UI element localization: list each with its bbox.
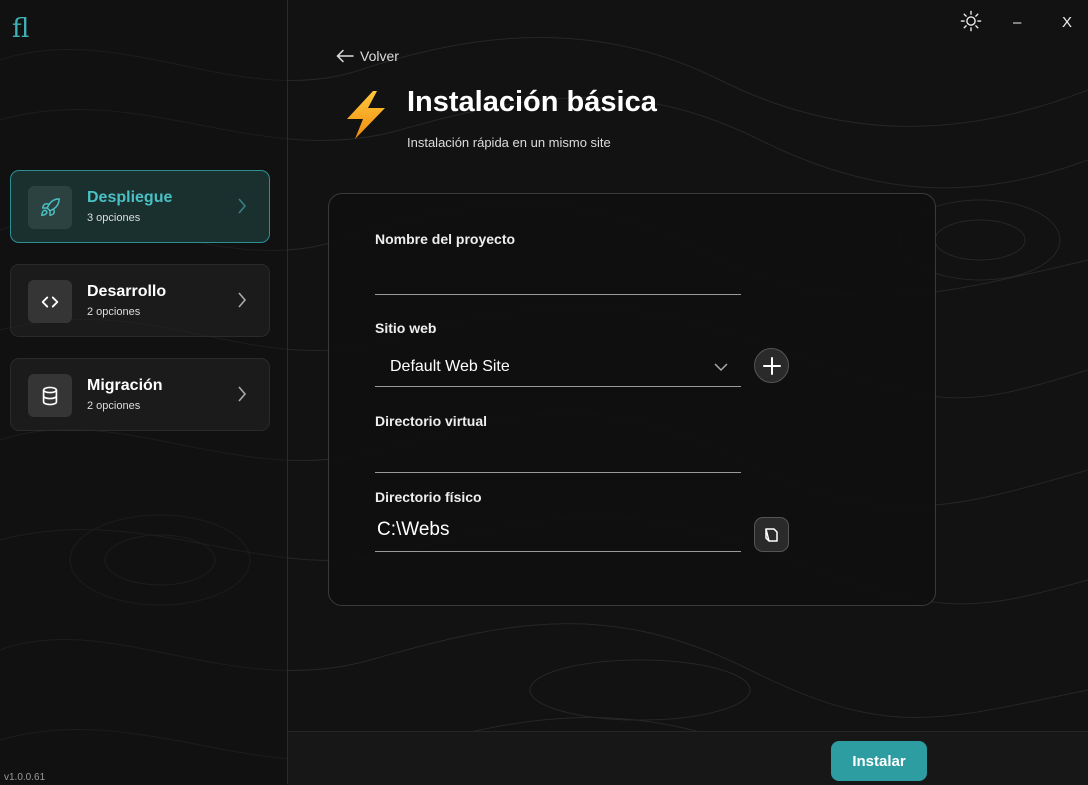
- app-version: v1.0.0.61: [4, 772, 46, 783]
- project-name-input[interactable]: [375, 262, 741, 294]
- sun-icon: [960, 10, 982, 32]
- sidebar-item-despliegue[interactable]: Despliegue 3 opciones: [10, 170, 270, 243]
- project-name-underline: [375, 294, 741, 295]
- arrow-left-icon: [336, 49, 354, 63]
- sidebar-item-title: Despliegue: [87, 189, 173, 206]
- app-logo: fl: [12, 14, 30, 44]
- folder-icon: [764, 527, 778, 542]
- browse-folder-button[interactable]: [754, 517, 789, 552]
- website-underline: [375, 386, 741, 387]
- page-title: Instalación básica: [407, 86, 657, 118]
- website-select[interactable]: Default Web Site: [375, 350, 741, 386]
- code-icon: [28, 280, 72, 323]
- sidebar: fl Despliegue 3 opciones Desarrollo 2 op…: [0, 0, 288, 784]
- minimize-button[interactable]: –: [1013, 14, 1021, 31]
- add-website-button[interactable]: [754, 348, 789, 383]
- sidebar-item-subtitle: 3 opciones: [87, 212, 141, 224]
- virtual-dir-label: Directorio virtual: [375, 413, 488, 429]
- sidebar-item-subtitle: 2 opciones: [87, 400, 141, 412]
- lightning-icon: [347, 91, 385, 139]
- physical-dir-underline: [375, 551, 741, 552]
- sidebar-item-migracion[interactable]: Migración 2 opciones: [10, 358, 270, 431]
- plus-icon: [762, 356, 781, 375]
- chevron-right-icon: [238, 198, 247, 214]
- website-select-value: Default Web Site: [390, 358, 510, 375]
- virtual-dir-underline: [375, 472, 741, 473]
- theme-toggle-button[interactable]: [960, 10, 982, 36]
- sidebar-item-title: Migración: [87, 377, 163, 394]
- physical-dir-input[interactable]: [375, 514, 741, 546]
- sidebar-item-desarrollo[interactable]: Desarrollo 2 opciones: [10, 264, 270, 337]
- chevron-right-icon: [238, 292, 247, 308]
- back-button[interactable]: Volver: [336, 48, 399, 64]
- website-label: Sitio web: [375, 320, 437, 336]
- footer-bar: [288, 731, 1088, 785]
- virtual-dir-input[interactable]: [375, 440, 741, 472]
- sidebar-item-subtitle: 2 opciones: [87, 306, 141, 318]
- chevron-down-icon: [714, 363, 728, 372]
- close-button[interactable]: X: [1062, 14, 1072, 31]
- sidebar-item-title: Desarrollo: [87, 283, 167, 300]
- chevron-right-icon: [238, 386, 247, 402]
- physical-dir-label: Directorio físico: [375, 489, 482, 505]
- page-subtitle: Instalación rápida en un mismo site: [407, 135, 611, 150]
- install-button[interactable]: Instalar: [831, 741, 927, 781]
- project-name-label: Nombre del proyecto: [375, 231, 516, 247]
- rocket-icon: [28, 186, 72, 229]
- back-label: Volver: [360, 48, 399, 64]
- database-icon: [28, 374, 72, 417]
